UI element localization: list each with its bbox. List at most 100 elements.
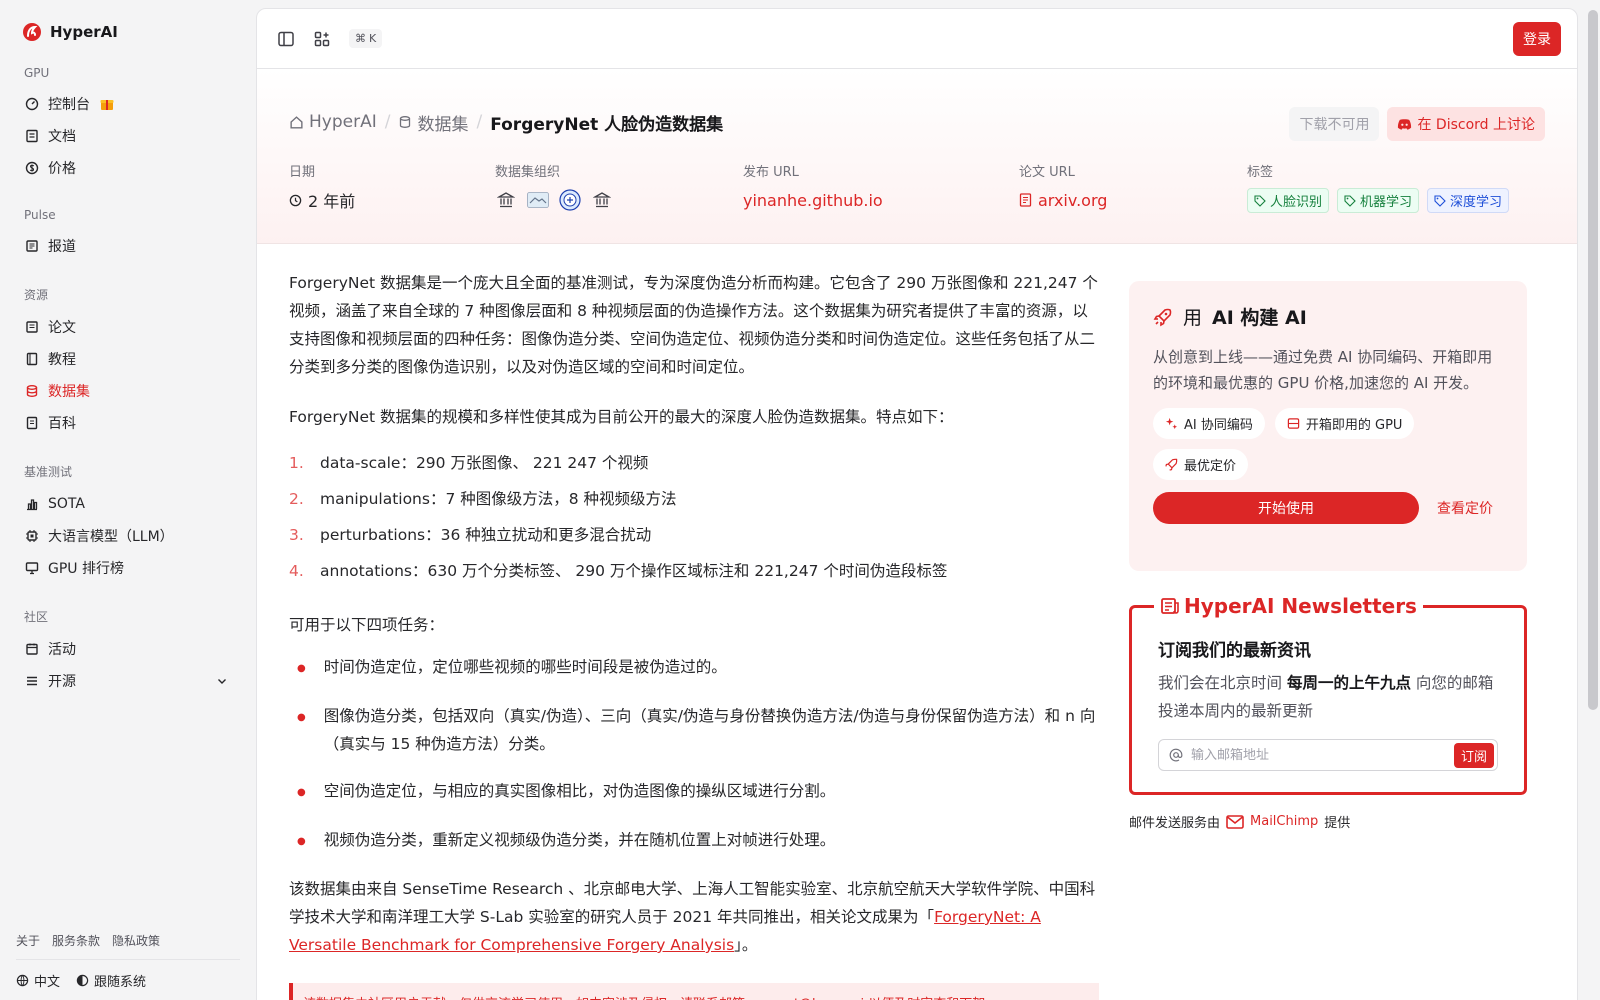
sidebar-item-papers[interactable]: 论文 xyxy=(16,311,240,343)
sidebar-item-llm[interactable]: 大语言模型（LLM） xyxy=(16,520,240,552)
newsletter-heading: 订阅我们的最新资讯 xyxy=(1158,641,1311,661)
paper-icon xyxy=(1019,193,1032,207)
meta-url-label: 发布 URL xyxy=(743,165,799,180)
sidebar-item-gpu-ranking[interactable]: GPU 排行榜 xyxy=(16,552,240,584)
tag-chip[interactable]: 机器学习 xyxy=(1337,188,1420,213)
discord-icon xyxy=(1398,118,1412,130)
mailchimp-credit: 邮件发送服务由 MailChimp 提供 xyxy=(1129,812,1350,831)
mail-icon xyxy=(1226,814,1244,829)
sidebar-item-docs[interactable]: 文档 xyxy=(16,120,240,152)
chip-label: 最优定价 xyxy=(1184,459,1237,474)
brand-logo[interactable]: HyperAI xyxy=(16,22,240,42)
download-button[interactable]: 下载不可用 xyxy=(1289,107,1380,141)
theme-icon xyxy=(76,974,89,986)
sidebar-toggle-icon[interactable] xyxy=(277,30,295,48)
chip-pricing: 最优定价 xyxy=(1153,449,1249,480)
institution-icon[interactable] xyxy=(591,189,613,211)
document-icon xyxy=(25,320,39,334)
sidebar-item-label: SOTA xyxy=(48,496,85,512)
tag-label: 机器学习 xyxy=(1360,195,1413,210)
list-text: manipulations：7 种图像级方法，8 种视频级方法 xyxy=(320,490,677,508)
search-shortcut[interactable]: ⌘ K xyxy=(349,29,383,48)
paper-url-link[interactable]: arxiv.org xyxy=(1019,188,1107,212)
footer-link-terms[interactable]: 服务条款 xyxy=(52,932,100,949)
chip-gpu: 开箱即用的 GPU xyxy=(1274,408,1415,439)
footer-links: 关于 服务条款 隐私政策 xyxy=(16,932,240,960)
list-text: annotations：630 万个分类标签、 290 万个操作区域标注和 22… xyxy=(320,562,948,580)
list-number: 4. xyxy=(289,562,304,580)
list-item: 1. data-scale：290 万张图像、 221 247 个视频 xyxy=(289,445,1099,481)
list-number: 3. xyxy=(289,526,304,544)
footer-link-about[interactable]: 关于 xyxy=(16,932,40,949)
sidebar-footer: 关于 服务条款 隐私政策 中文 跟随系统 xyxy=(16,932,240,1000)
ai-promo-card: 用 AI 构建 AI 从创意到上线——通过免费 AI 协同编码、开箱即用的环境和… xyxy=(1129,281,1527,571)
server-icon xyxy=(1287,418,1300,429)
page-title: ForgeryNet 人脸伪造数据集 xyxy=(490,114,724,135)
notebook-icon xyxy=(25,352,39,366)
discord-label: 在 Discord 上讨论 xyxy=(1417,117,1535,133)
email-input[interactable] xyxy=(1191,747,1446,763)
bullet-icon: ● xyxy=(297,712,306,723)
chip-label: AI 协同编码 xyxy=(1184,418,1253,433)
gauge-icon xyxy=(25,97,39,111)
ai-card-actions: 开始使用 查看定价 xyxy=(1153,492,1503,524)
sparkles-icon xyxy=(1165,417,1178,430)
sidebar-item-console[interactable]: 控制台 xyxy=(16,88,240,120)
sidebar-item-reports[interactable]: 报道 xyxy=(16,230,240,262)
sidebar-item-events[interactable]: 活动 xyxy=(16,633,240,665)
features-list: 1. data-scale：290 万张图像、 221 247 个视频 2. man… xyxy=(289,445,1099,589)
clock-icon xyxy=(289,194,302,206)
get-started-button[interactable]: 开始使用 xyxy=(1153,492,1419,524)
institution-icon[interactable] xyxy=(495,189,517,211)
newsletter-text-before: 我们会在北京时间 xyxy=(1158,674,1287,692)
meta-org-label: 数据集组织 xyxy=(495,165,561,180)
page-scrollbar[interactable] xyxy=(1588,10,1598,710)
feature-chips: AI 协同编码 开箱即用的 GPU 最优定价 xyxy=(1153,408,1503,480)
university-logo-icon[interactable] xyxy=(527,189,549,211)
meta-org: 数据集组织 xyxy=(495,161,613,212)
university-seal-icon[interactable] xyxy=(559,189,581,211)
newsletter-box: HyperAI Newsletters 订阅我们的最新资讯 我们会在北京时间 每… xyxy=(1129,594,1527,795)
sidebar-item-encyclopedia[interactable]: 百科 xyxy=(16,407,240,439)
sidebar-item-label: 大语言模型（LLM） xyxy=(48,529,174,545)
sidebar-section-title: Pulse xyxy=(24,208,56,222)
list-item: 3. perturbations：36 种独立扰动和更多混合扰动 xyxy=(289,517,1099,553)
sidebar-item-label: 控制台 xyxy=(48,97,90,113)
shortcut-key: K xyxy=(369,32,377,45)
list-text: data-scale：290 万张图像、 221 247 个视频 xyxy=(320,454,649,472)
sidebar-section-title: 基准测试 xyxy=(24,465,73,479)
sidebar-item-sota[interactable]: SOTA xyxy=(16,488,240,520)
sidebar-item-pricing[interactable]: 价格 xyxy=(16,152,240,184)
dataset-header: HyperAI / 数据集 / ForgeryNet 人脸伪造数据集 下载不可用… xyxy=(257,69,1577,244)
globe-icon xyxy=(16,974,29,986)
newsletter-text: 我们会在北京时间 每周一的上午九点 向您的邮箱投递本周内的最新更新 xyxy=(1158,669,1498,725)
tag-label: 人脸识别 xyxy=(1270,195,1323,210)
breadcrumb-datasets[interactable]: 数据集 xyxy=(398,110,468,135)
apps-grid-icon[interactable] xyxy=(313,30,331,48)
breadcrumb-separator: / xyxy=(476,112,483,132)
tag-chip[interactable]: 深度学习 xyxy=(1427,188,1510,213)
chevron-down-icon[interactable] xyxy=(216,675,228,687)
breadcrumb-home[interactable]: HyperAI xyxy=(289,112,377,132)
meta-paper: 论文 URL arxiv.org xyxy=(1019,161,1107,212)
list-text: perturbations：36 种独立扰动和更多混合扰动 xyxy=(320,526,652,544)
theme-switcher[interactable]: 跟随系统 xyxy=(76,971,146,990)
view-pricing-link[interactable]: 查看定价 xyxy=(1437,498,1493,518)
publish-url-link[interactable]: yinanhe.github.io xyxy=(743,188,883,212)
footer-link-privacy[interactable]: 隐私政策 xyxy=(112,932,160,949)
mailchimp-link[interactable]: MailChimp xyxy=(1226,814,1318,829)
language-switcher[interactable]: 中文 xyxy=(16,971,60,990)
list-item: ● 时间伪造定位，定位哪些视频的哪些时间段是被伪造过的。 xyxy=(289,653,1099,683)
discord-button[interactable]: 在 Discord 上讨论 xyxy=(1387,107,1545,141)
list-item: ● 空间伪造定位，与相应的真实图像相比，对伪造图像的操纵区域进行分割。 xyxy=(289,777,1099,807)
newspaper-icon xyxy=(25,239,39,253)
tag-chip[interactable]: 人脸识别 xyxy=(1247,188,1330,213)
list-text: 时间伪造定位，定位哪些视频的哪些时间段是被伪造过的。 xyxy=(323,658,727,676)
sidebar-item-opensource[interactable]: 开源 xyxy=(16,665,240,697)
database-icon xyxy=(400,116,411,128)
rocket-icon xyxy=(1153,308,1172,326)
sidebar-item-tutorials[interactable]: 教程 xyxy=(16,343,240,375)
login-button[interactable]: 登录 xyxy=(1513,21,1561,56)
subscribe-button[interactable]: 订阅 xyxy=(1453,742,1494,768)
sidebar-item-datasets[interactable]: 数据集 xyxy=(16,375,240,407)
